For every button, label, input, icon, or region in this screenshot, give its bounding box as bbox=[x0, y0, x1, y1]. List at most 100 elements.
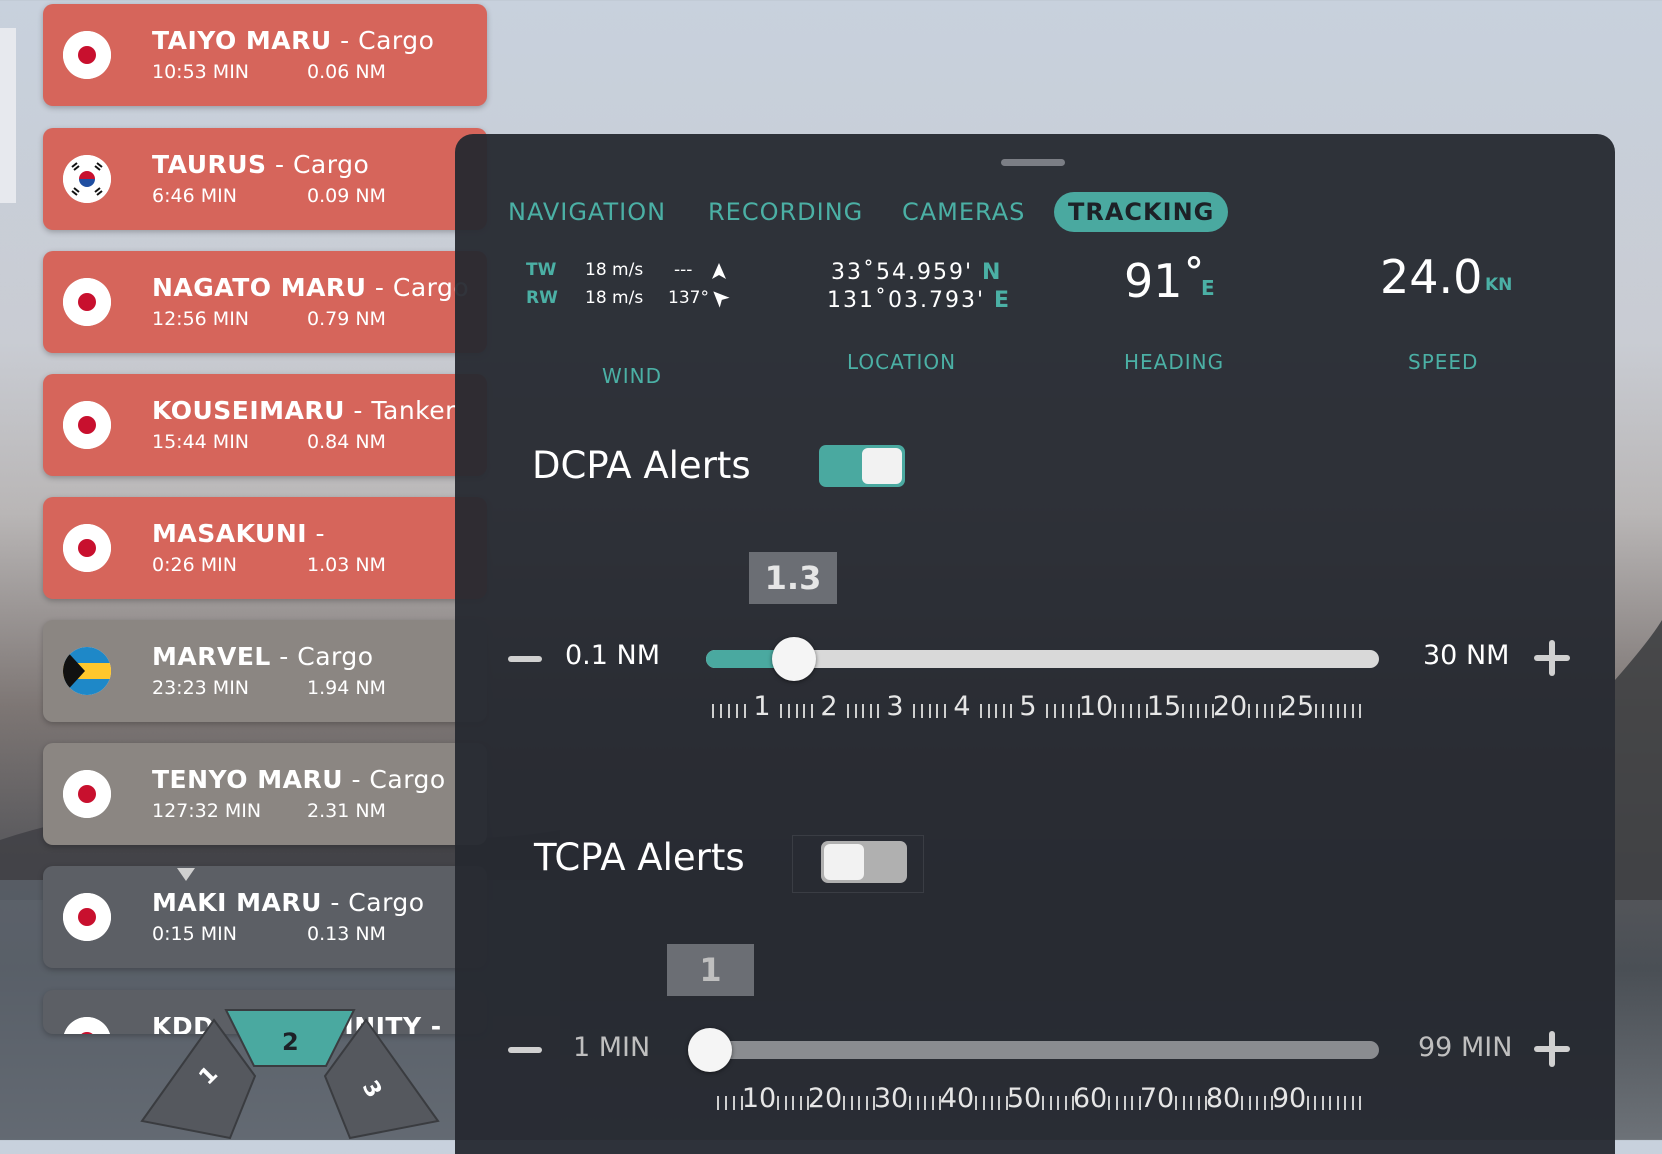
scale-label: 2 bbox=[820, 691, 838, 722]
dcpa-decrease-button[interactable] bbox=[508, 656, 542, 662]
scale-label: 4 bbox=[953, 691, 971, 722]
vessel-card[interactable]: MAKI MARU - Cargo 0:15 MIN 0.13 NM bbox=[43, 866, 487, 968]
scale-label: 5 bbox=[1019, 691, 1037, 722]
scale-tick bbox=[1010, 704, 1012, 718]
tab-recording[interactable]: RECORDING bbox=[708, 192, 863, 232]
tracking-panel: NAVIGATION RECORDING CAMERAS TRACKING TW… bbox=[455, 134, 1615, 1154]
wind-label: WIND bbox=[602, 364, 663, 388]
latitude-text: 33˚54.959' bbox=[831, 260, 974, 285]
scale-label: 80 bbox=[1205, 1083, 1241, 1114]
scale-tick bbox=[780, 704, 782, 718]
scale-tick bbox=[799, 1096, 802, 1110]
scale-tick bbox=[1123, 1096, 1126, 1110]
vessel-type: - Tanker bbox=[344, 396, 456, 425]
scale-tick bbox=[1329, 704, 1332, 718]
scale-tick bbox=[850, 1096, 853, 1110]
camera-1-button[interactable] bbox=[140, 1018, 257, 1140]
scale-tick bbox=[728, 704, 730, 718]
scale-tick bbox=[1122, 704, 1124, 718]
scale-tick bbox=[847, 704, 849, 718]
scroll-down-indicator-icon bbox=[177, 868, 195, 881]
scale-tick bbox=[1263, 1096, 1266, 1110]
scale-tick bbox=[1329, 1096, 1332, 1110]
scale-label: 70 bbox=[1139, 1083, 1175, 1114]
dcpa-alerts-toggle[interactable] bbox=[819, 445, 905, 487]
vessel-card[interactable]: KOUSEIMARU - Tanker 15:44 MIN 0.84 NM bbox=[43, 374, 487, 476]
scale-tick bbox=[920, 704, 923, 718]
japan-flag-icon bbox=[63, 1017, 111, 1034]
vessel-name: MARVEL - Cargo bbox=[152, 642, 374, 671]
vessel-tcpa: 0:26 MIN bbox=[152, 554, 237, 576]
scale-label: 20 bbox=[807, 1083, 843, 1114]
tcpa-scale: 10 20 30 40 50 60 70 80 90 bbox=[717, 1084, 1377, 1114]
scale-tick bbox=[1070, 704, 1072, 718]
scale-tick bbox=[1182, 1096, 1185, 1110]
scale-tick bbox=[712, 704, 714, 718]
scale-tick bbox=[1344, 1096, 1347, 1110]
scale-tick bbox=[1131, 1096, 1134, 1110]
dcpa-slider-thumb[interactable] bbox=[772, 637, 816, 681]
scale-tick bbox=[1002, 704, 1005, 718]
tcpa-decrease-button[interactable] bbox=[508, 1047, 542, 1053]
vessel-card[interactable]: NAGATO MARU - Cargo 12:56 MIN 0.79 NM bbox=[43, 251, 487, 353]
true-wind-direction: --- bbox=[674, 260, 693, 280]
scale-tick bbox=[1062, 704, 1064, 718]
vessel-tcpa: 10:53 MIN bbox=[152, 61, 250, 83]
scale-tick bbox=[1114, 704, 1116, 718]
vessel-card[interactable]: MASAKUNI - 0:26 MIN 1.03 NM bbox=[43, 497, 487, 599]
scale-tick bbox=[1271, 704, 1274, 718]
tcpa-slider-thumb[interactable] bbox=[688, 1028, 732, 1072]
scale-tick bbox=[1263, 704, 1266, 718]
scale-tick bbox=[1351, 1096, 1354, 1110]
vessel-name: MASAKUNI - bbox=[152, 519, 325, 548]
window-edge bbox=[0, 28, 16, 203]
tab-tracking[interactable]: TRACKING bbox=[1054, 192, 1229, 232]
scale-tick bbox=[1336, 1096, 1339, 1110]
vessel-dcpa: 0.13 NM bbox=[307, 923, 386, 945]
scale-tick bbox=[931, 1096, 934, 1110]
japan-flag-icon bbox=[63, 770, 111, 818]
scale-tick bbox=[1359, 1096, 1361, 1110]
scale-tick bbox=[784, 1096, 787, 1110]
vessel-card[interactable]: MARVEL - Cargo 23:23 MIN 1.94 NM bbox=[43, 620, 487, 722]
tcpa-alerts-toggle[interactable] bbox=[821, 841, 907, 883]
scale-tick bbox=[1322, 704, 1325, 718]
scale-tick bbox=[858, 1096, 860, 1110]
vessel-card[interactable]: TAIYO MARU - Cargo 10:53 MIN 0.06 NM bbox=[43, 4, 487, 106]
vessel-dcpa: 2.31 NM bbox=[307, 800, 386, 822]
vessel-type: - bbox=[307, 519, 326, 548]
vessel-card[interactable]: TENYO MARU - Cargo 127:32 MIN 2.31 NM bbox=[43, 743, 487, 845]
tcpa-increase-button[interactable] bbox=[1534, 1031, 1570, 1067]
location-label: LOCATION bbox=[847, 350, 957, 374]
vessel-type: - Cargo bbox=[343, 765, 446, 794]
vessel-name-text: TAIYO MARU bbox=[152, 26, 332, 55]
drag-handle[interactable] bbox=[1001, 159, 1065, 166]
scale-tick bbox=[1049, 1096, 1052, 1110]
scale-tick bbox=[1197, 704, 1199, 718]
scale-tick bbox=[862, 704, 864, 718]
scale-label: 30 bbox=[873, 1083, 909, 1114]
scale-tick bbox=[1064, 1096, 1067, 1110]
vessel-name-text: MARVEL bbox=[152, 642, 271, 671]
scale-tick bbox=[736, 704, 738, 718]
vessel-name-text: TENYO MARU bbox=[152, 765, 343, 794]
vessel-type: - Cargo bbox=[321, 888, 425, 917]
tab-cameras[interactable]: CAMERAS bbox=[902, 192, 1025, 232]
true-wind-speed: 18 m/s bbox=[585, 260, 644, 280]
scale-tick bbox=[720, 704, 722, 718]
scale-tick bbox=[1241, 1096, 1243, 1110]
scale-tick bbox=[1189, 704, 1192, 718]
tab-navigation[interactable]: NAVIGATION bbox=[508, 192, 666, 232]
scale-tick bbox=[928, 704, 931, 718]
scale-tick bbox=[1256, 1096, 1258, 1110]
bahamas-flag-icon bbox=[63, 647, 111, 695]
vessel-type: - Cargo bbox=[331, 26, 435, 55]
scale-tick bbox=[936, 704, 939, 718]
vessel-card[interactable]: TAURUS - Cargo 6:46 MIN 0.09 NM bbox=[43, 128, 487, 230]
scale-tick bbox=[1248, 1096, 1251, 1110]
camera-2-label: 2 bbox=[282, 1028, 299, 1056]
dcpa-increase-button[interactable] bbox=[1534, 640, 1570, 676]
tcpa-slider-track[interactable] bbox=[706, 1041, 1379, 1059]
dcpa-alerts-title: DCPA Alerts bbox=[532, 444, 751, 487]
camera-3-button[interactable] bbox=[323, 1018, 440, 1140]
